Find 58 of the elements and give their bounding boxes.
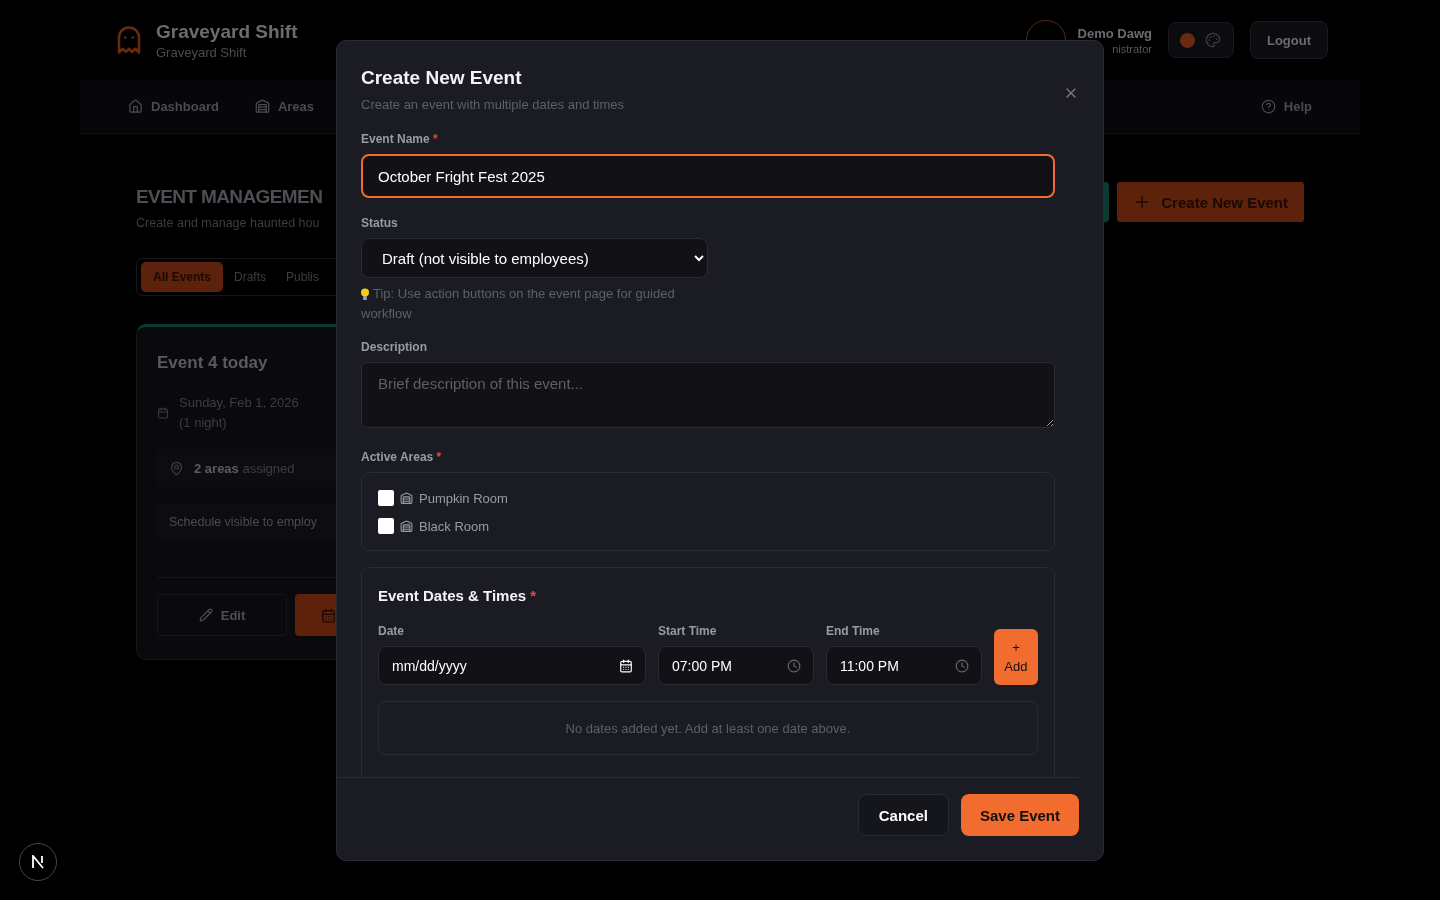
clock-icon: [954, 658, 969, 673]
area-checkbox[interactable]: [378, 518, 394, 534]
end-time-field[interactable]: 11:00 PM: [825, 646, 982, 685]
user-name: Demo Dawg: [1077, 25, 1152, 41]
status-label: Status: [361, 216, 399, 230]
status-select[interactable]: Draft (not visible to employees): [361, 238, 708, 278]
app-title: Graveyard Shift: [156, 20, 299, 43]
save-event-button[interactable]: Save Event: [960, 794, 1079, 836]
dev-tools-badge[interactable]: [19, 843, 57, 881]
edit-button[interactable]: Edit: [157, 594, 287, 636]
filter-tab[interactable]: Drafts: [225, 262, 276, 292]
warehouse-icon: [400, 491, 413, 505]
schedule-note: Schedule visible to employ: [157, 503, 336, 541]
tip-text: Tip: Use action buttons on the event page for guided workflow: [361, 285, 676, 323]
area-label: Black Room: [419, 518, 490, 534]
start-time-label: Start Time: [658, 624, 718, 638]
calendar-icon: [619, 658, 633, 673]
lightbulb-icon: [361, 287, 369, 302]
date-field[interactable]: mm/dd/yyyy: [378, 646, 646, 685]
area-label: Pumpkin Room: [419, 490, 508, 506]
event-name-field[interactable]: October Fright Fest 2025: [361, 154, 1055, 198]
dialog-title: Create New Event: [361, 67, 523, 89]
end-time-label: End Time: [825, 624, 881, 638]
active-areas-label: Active Areas *: [361, 450, 443, 464]
area-checkbox[interactable]: [378, 490, 394, 506]
nav-link[interactable]: Dashboard: [128, 99, 219, 114]
calendar-icon: [157, 407, 169, 419]
empty-dates-note: No dates added yet. Add at least one date above.: [378, 701, 1038, 755]
calendar-icon: [321, 607, 336, 623]
app-subtitle: Graveyard Shift: [156, 44, 248, 60]
event-name-label: Event Name *: [361, 132, 439, 146]
date-label: Date: [378, 624, 405, 638]
palette-icon: [1205, 32, 1222, 48]
map-pin-icon: [169, 460, 184, 476]
add-date-button[interactable]: + Add: [993, 629, 1038, 685]
clock-icon: [786, 658, 801, 673]
schedule-button[interactable]: [295, 594, 336, 636]
logout-button[interactable]: Logout: [1249, 21, 1328, 59]
dialog-subtitle: Create an event with multiple dates and times: [361, 97, 626, 112]
help-link[interactable]: Help: [1260, 99, 1312, 114]
event-title: Event 4 today: [157, 353, 269, 373]
page-subtitle: Create and manage haunted hou: [136, 216, 320, 230]
description-label: Description: [361, 340, 428, 354]
warehouse-icon: [254, 99, 270, 114]
warehouse-icon: [400, 519, 413, 533]
color-swatch: [1180, 32, 1196, 48]
user-role: nistrator: [1112, 42, 1152, 55]
theme-picker-button[interactable]: [1167, 22, 1234, 58]
home-icon: [128, 99, 143, 114]
help-icon: [1260, 99, 1276, 114]
filter-tab[interactable]: Publis: [277, 262, 328, 292]
cancel-button[interactable]: Cancel: [857, 794, 949, 836]
page-title: EVENT MANAGEMEN: [136, 185, 323, 209]
pencil-icon: [198, 608, 213, 622]
nav-link[interactable]: Areas: [254, 99, 315, 114]
dates-title: Event Dates & Times *: [378, 587, 538, 604]
start-time-field[interactable]: 07:00 PM: [658, 646, 814, 685]
description-field[interactable]: Brief description of this event...: [361, 362, 1055, 428]
